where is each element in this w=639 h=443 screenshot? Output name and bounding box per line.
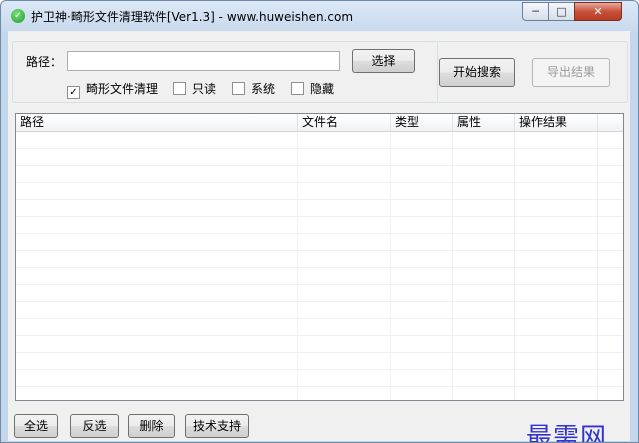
system-checkbox[interactable]: 系统 xyxy=(232,80,275,96)
minimize-button[interactable]: ─ xyxy=(522,2,549,21)
readonly-checkbox[interactable]: 只读 xyxy=(173,80,216,96)
checkbox-check-icon xyxy=(232,82,245,95)
app-window: ✓ 护卫神·畸形文件清理软件[Ver1.3] - www.huweishen.c… xyxy=(0,0,639,443)
column-header-type[interactable]: 类型 xyxy=(391,114,453,131)
column-gridline xyxy=(514,132,515,400)
start-search-button[interactable]: 开始搜索 xyxy=(439,58,515,87)
invert-selection-button[interactable]: 反选 xyxy=(70,414,119,438)
close-button[interactable]: ✕ xyxy=(574,2,622,21)
checkbox-label: 只读 xyxy=(192,82,217,96)
checkbox-check-icon xyxy=(173,82,186,95)
results-table[interactable]: 路径 文件名 类型 属性 操作结果 xyxy=(15,113,624,401)
hidden-checkbox[interactable]: 隐藏 xyxy=(291,80,334,96)
checkbox-label: 隐藏 xyxy=(310,82,335,96)
checkbox-label: 系统 xyxy=(251,82,276,96)
client-area: 路径： 选择 ✓ 畸形文件清理 只读 系统 隐藏 开始搜索 导出结果 路径 文件名… xyxy=(8,31,630,443)
column-gridline xyxy=(390,132,391,400)
checkbox-label: 畸形文件清理 xyxy=(86,82,159,96)
title-bar[interactable]: ✓ 护卫神·畸形文件清理软件[Ver1.3] - www.huweishen.c… xyxy=(1,1,638,31)
path-input[interactable] xyxy=(67,51,340,71)
column-gridline xyxy=(597,132,598,400)
column-gridline xyxy=(297,132,298,400)
select-folder-button[interactable]: 选择 xyxy=(352,49,415,73)
maximize-button[interactable]: □ xyxy=(548,2,575,21)
delete-button[interactable]: 删除 xyxy=(128,414,175,438)
results-table-body[interactable] xyxy=(16,132,623,400)
select-all-button[interactable]: 全选 xyxy=(14,414,58,438)
window-title: 护卫神·畸形文件清理软件[Ver1.3] - www.huweishen.com xyxy=(31,10,354,24)
checkbox-check-icon: ✓ xyxy=(67,86,80,99)
tech-support-button[interactable]: 技术支持 xyxy=(185,414,249,438)
column-header-filename[interactable]: 文件名 xyxy=(298,114,391,131)
column-header-attribute[interactable]: 属性 xyxy=(453,114,515,131)
shield-icon: ✓ xyxy=(11,9,25,23)
checkbox-check-icon xyxy=(291,82,304,95)
malformed-file-checkbox[interactable]: ✓ 畸形文件清理 xyxy=(67,80,159,99)
column-header-path[interactable]: 路径 xyxy=(16,114,298,131)
column-gridline xyxy=(452,132,453,400)
export-results-button: 导出结果 xyxy=(532,58,610,87)
column-header-result[interactable]: 操作结果 xyxy=(515,114,598,131)
results-table-header: 路径 文件名 类型 属性 操作结果 xyxy=(16,114,623,132)
path-label: 路径： xyxy=(26,55,63,69)
watermark-text: 最需网 xyxy=(526,423,608,443)
